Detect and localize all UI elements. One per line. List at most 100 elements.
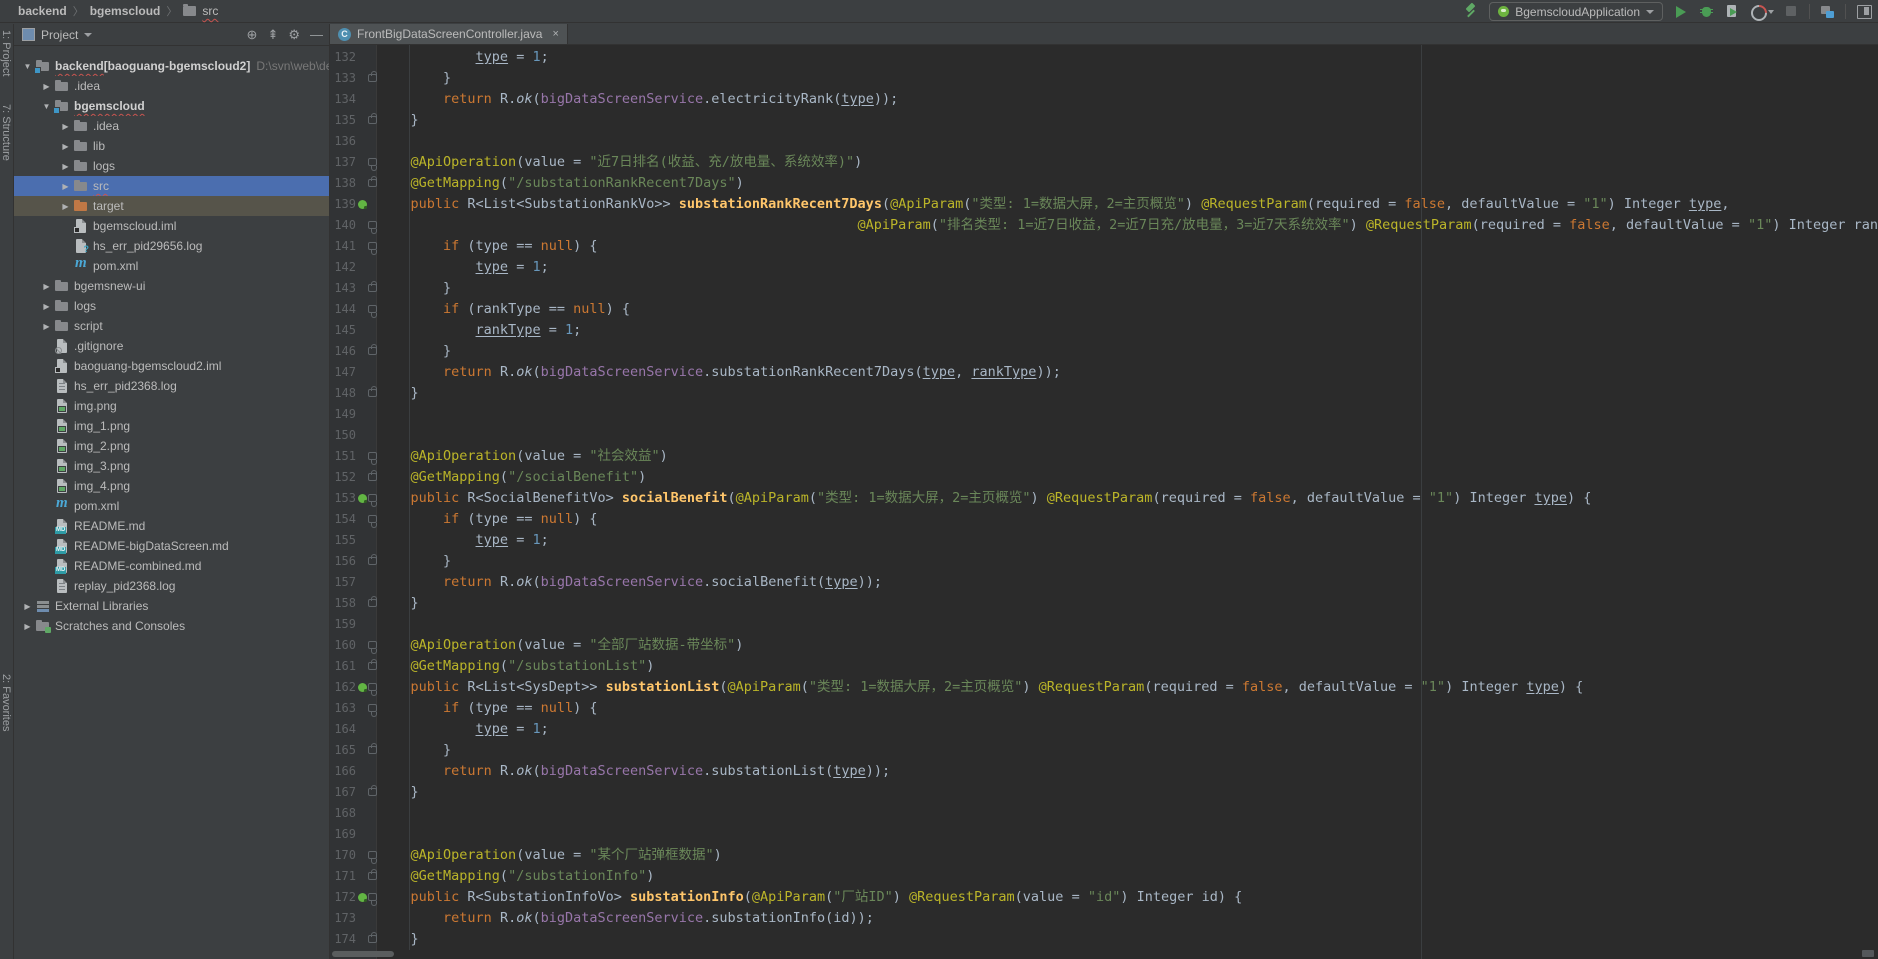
code-line[interactable]: 152 @GetMapping("/socialBenefit") <box>330 467 1878 488</box>
code-line[interactable]: 157 return R.ok(bigDataScreenService.soc… <box>330 572 1878 593</box>
code-line[interactable]: 132 type = 1; <box>330 47 1878 68</box>
code-line[interactable]: 141 if (type == null) { <box>330 236 1878 257</box>
code-line[interactable]: 146 } <box>330 341 1878 362</box>
fold-start-icon[interactable] <box>368 515 377 523</box>
code-line[interactable]: 133 } <box>330 68 1878 89</box>
chevron-collapsed-icon[interactable]: ▶ <box>58 122 73 131</box>
project-folders-icon[interactable] <box>1819 3 1836 20</box>
tree-item-pom-xml[interactable]: pom.xml <box>14 256 329 276</box>
fold-end-icon[interactable] <box>368 599 377 607</box>
code-line[interactable]: 145 rankType = 1; <box>330 320 1878 341</box>
code-line[interactable]: 169 <box>330 824 1878 845</box>
code-line[interactable]: 155 type = 1; <box>330 530 1878 551</box>
fold-end-icon[interactable] <box>368 389 377 397</box>
window-layout-icon[interactable] <box>1855 3 1872 20</box>
tree-item-readme-bigdatascreen-md[interactable]: MDREADME-bigDataScreen.md <box>14 536 329 556</box>
tree-item-img-2-png[interactable]: img_2.png <box>14 436 329 456</box>
chevron-expanded-icon[interactable]: ▼ <box>39 102 54 111</box>
code-line[interactable]: 139 public R<List<SubstationRankVo>> sub… <box>330 194 1878 215</box>
tree-item-img-png[interactable]: img.png <box>14 396 329 416</box>
fold-start-icon[interactable] <box>368 494 377 502</box>
tool-window-stripe-button[interactable]: 1: Project <box>0 30 12 76</box>
tree-item--idea[interactable]: ▶.idea <box>14 116 329 136</box>
fold-end-icon[interactable] <box>368 788 377 796</box>
tree-item-pom-xml[interactable]: pom.xml <box>14 496 329 516</box>
tree-item-logs[interactable]: ▶logs <box>14 296 329 316</box>
tree-item-baoguang-bgemscloud2-iml[interactable]: baoguang-bgemscloud2.iml <box>14 356 329 376</box>
code-line[interactable]: 144 if (rankType == null) { <box>330 299 1878 320</box>
tree-item-readme-combined-md[interactable]: MDREADME-combined.md <box>14 556 329 576</box>
fold-end-icon[interactable] <box>368 746 377 754</box>
debug-icon[interactable] <box>1698 3 1715 20</box>
fold-start-icon[interactable] <box>368 704 377 712</box>
tree-item-hs-err-pid2368-log[interactable]: hs_err_pid2368.log <box>14 376 329 396</box>
chevron-collapsed-icon[interactable]: ▶ <box>58 182 73 191</box>
tool-window-stripe-button[interactable]: 7: Structure <box>0 104 12 161</box>
code-line[interactable]: 154 if (type == null) { <box>330 509 1878 530</box>
tree-item-hs-err-pid29656-log[interactable]: ?hs_err_pid29656.log <box>14 236 329 256</box>
code-line[interactable]: 136 <box>330 131 1878 152</box>
endpoint-mapping-icon[interactable] <box>358 683 367 692</box>
code-line[interactable]: 137 @ApiOperation(value = "近7日排名(收益、充/放电… <box>330 152 1878 173</box>
tree-item-target[interactable]: ▶target <box>14 196 329 216</box>
code-line[interactable]: 143 } <box>330 278 1878 299</box>
code-line[interactable]: 142 type = 1; <box>330 257 1878 278</box>
fold-start-icon[interactable] <box>368 893 377 901</box>
endpoint-mapping-icon[interactable] <box>358 200 367 209</box>
code-line[interactable]: 159 <box>330 614 1878 635</box>
code-line[interactable]: 150 <box>330 425 1878 446</box>
settings-gear-icon[interactable]: ⚙ <box>288 28 300 41</box>
code-line[interactable]: 162 public R<List<SysDept>> substationLi… <box>330 677 1878 698</box>
code-line[interactable]: 149 <box>330 404 1878 425</box>
fold-start-icon[interactable] <box>368 305 377 313</box>
chevron-down-icon[interactable] <box>84 33 92 37</box>
fold-end-icon[interactable] <box>368 284 377 292</box>
chevron-expanded-icon[interactable]: ▼ <box>20 62 35 71</box>
code-line[interactable]: 165 } <box>330 740 1878 761</box>
code-line[interactable]: 170 @ApiOperation(value = "某个厂站弹框数据") <box>330 845 1878 866</box>
chevron-collapsed-icon[interactable]: ▶ <box>58 202 73 211</box>
fold-end-icon[interactable] <box>368 662 377 670</box>
code-line[interactable]: 147 return R.ok(bigDataScreenService.sub… <box>330 362 1878 383</box>
collapse-all-icon[interactable]: ⇞ <box>267 28 278 41</box>
code-line[interactable]: 171 @GetMapping("/substationInfo") <box>330 866 1878 887</box>
tree-item-img-4-png[interactable]: img_4.png <box>14 476 329 496</box>
chevron-collapsed-icon[interactable]: ▶ <box>39 322 54 331</box>
tree-item-bgemscloud[interactable]: ▼bgemscloud <box>14 96 329 116</box>
code-line[interactable]: 173 return R.ok(bigDataScreenService.sub… <box>330 908 1878 929</box>
fold-start-icon[interactable] <box>368 851 377 859</box>
code-line[interactable]: 153 public R<SocialBenefitVo> socialBene… <box>330 488 1878 509</box>
tree-item-img-3-png[interactable]: img_3.png <box>14 456 329 476</box>
fold-end-icon[interactable] <box>368 74 377 82</box>
code-line[interactable]: 138 @GetMapping("/substationRankRecent7D… <box>330 173 1878 194</box>
code-line[interactable]: 168 <box>330 803 1878 824</box>
breadcrumb-item[interactable]: bgemscloud <box>90 4 161 18</box>
locate-icon[interactable]: ⊕ <box>247 28 258 41</box>
tree-item-bgemscloud-iml[interactable]: bgemscloud.iml <box>14 216 329 236</box>
fold-end-icon[interactable] <box>368 557 377 565</box>
code-line[interactable]: 164 type = 1; <box>330 719 1878 740</box>
tree-item-logs[interactable]: ▶logs <box>14 156 329 176</box>
code-line[interactable]: 148 } <box>330 383 1878 404</box>
fold-end-icon[interactable] <box>368 116 377 124</box>
chevron-collapsed-icon[interactable]: ▶ <box>39 302 54 311</box>
code-line[interactable]: 174 } <box>330 929 1878 950</box>
fold-end-icon[interactable] <box>368 347 377 355</box>
close-icon[interactable]: × <box>552 28 558 40</box>
code-line[interactable]: 167 } <box>330 782 1878 803</box>
code-line[interactable]: 151 @ApiOperation(value = "社会效益") <box>330 446 1878 467</box>
tool-window-stripe-button[interactable]: 2: Favorites <box>0 674 12 731</box>
tree-item--gitignore[interactable]: .gitignore <box>14 336 329 356</box>
horizontal-scrollbar[interactable] <box>332 951 394 957</box>
code-line[interactable]: 166 return R.ok(bigDataScreenService.sub… <box>330 761 1878 782</box>
tree-item-script[interactable]: ▶script <box>14 316 329 336</box>
tree-item-scratches-and-consoles[interactable]: ▶Scratches and Consoles <box>14 616 329 636</box>
tree-item-external-libraries[interactable]: ▶External Libraries <box>14 596 329 616</box>
chevron-collapsed-icon[interactable]: ▶ <box>58 142 73 151</box>
code-line[interactable]: 172 public R<SubstationInfoVo> substatio… <box>330 887 1878 908</box>
code-line[interactable]: 134 return R.ok(bigDataScreenService.ele… <box>330 89 1878 110</box>
fold-end-icon[interactable] <box>368 872 377 880</box>
code-line[interactable]: 156 } <box>330 551 1878 572</box>
fold-start-icon[interactable] <box>368 683 377 691</box>
fold-start-icon[interactable] <box>368 221 377 229</box>
